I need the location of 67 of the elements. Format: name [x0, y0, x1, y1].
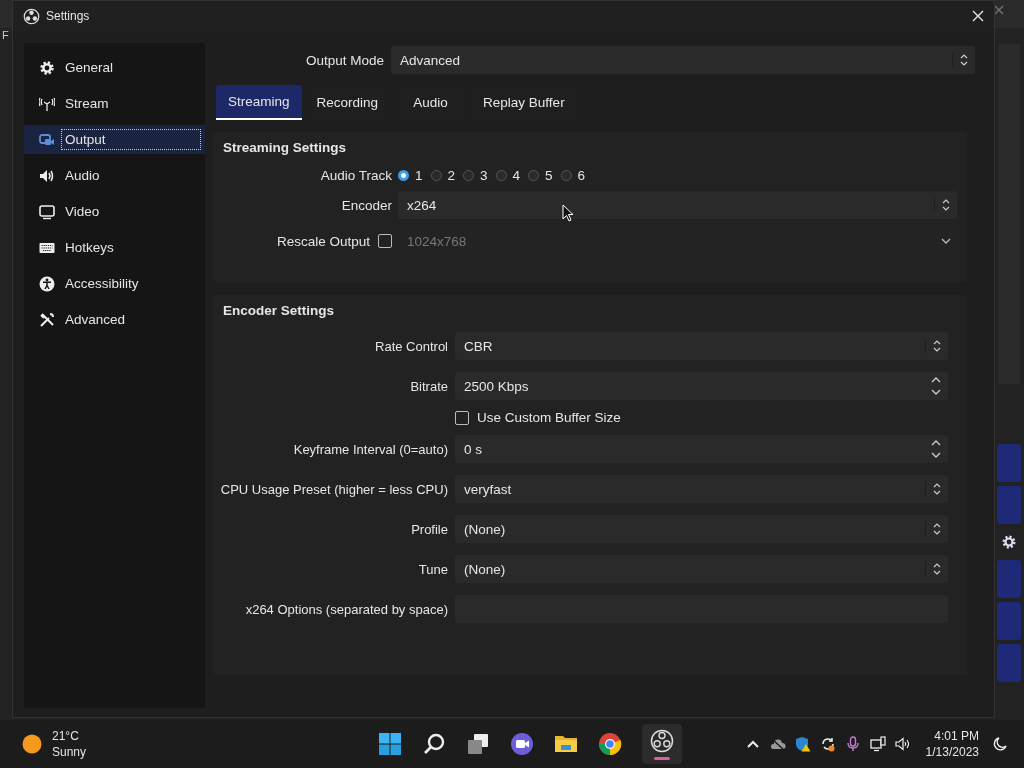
app-logo-icon	[23, 7, 40, 25]
sidebar-item[interactable]: Audio	[24, 161, 205, 190]
sun-icon[interactable]	[22, 734, 42, 754]
app-logo-icon	[650, 728, 674, 753]
monitor-icon	[39, 203, 55, 220]
field-label: Profile	[410, 521, 448, 537]
windows-start-icon[interactable]	[378, 732, 402, 756]
sidebar-item[interactable]: Accessibility	[24, 269, 205, 298]
sidebar-item[interactable]: Stream	[24, 89, 205, 118]
video-chat-icon[interactable]	[510, 732, 534, 756]
sync-icon[interactable]	[819, 736, 836, 752]
sidebar-item[interactable]: Hotkeys	[24, 233, 205, 262]
radio-option[interactable]: 5	[528, 168, 553, 183]
clock-date[interactable]: 1/13/2023	[925, 744, 979, 760]
accessibility-icon	[39, 275, 55, 292]
field-label: Audio Track	[319, 168, 392, 183]
microphone-icon[interactable]	[844, 736, 861, 752]
dropdown-select[interactable]: (None)	[455, 515, 948, 543]
taskbar-app-button[interactable]	[642, 724, 682, 764]
section-title: Encoder Settings	[222, 303, 336, 320]
tab[interactable]: Streaming	[216, 85, 302, 120]
section-title: Streaming Settings	[223, 140, 348, 157]
field-label: CPU Usage Preset (higher = less CPU)	[219, 481, 448, 497]
temperature-text: 21°C	[52, 728, 80, 744]
radio-option[interactable]: 3	[463, 168, 488, 183]
radio-option[interactable]: 4	[495, 168, 521, 183]
sidebar-item[interactable]: Video	[24, 197, 205, 226]
sidebar-item[interactable]: Advanced	[24, 305, 205, 334]
field-label: Encoder	[340, 197, 392, 213]
field-label: Output Mode	[304, 52, 384, 68]
field-label: Keyframe Interval (0=auto)	[292, 441, 448, 457]
field-label: Bitrate	[409, 378, 448, 394]
clock-time[interactable]: 4:01 PM	[934, 728, 979, 744]
task-view-icon[interactable]	[466, 732, 490, 756]
checkbox-option[interactable]: Use Custom Buffer Size	[455, 410, 948, 425]
sidebar-item[interactable]: Output	[24, 125, 205, 154]
settings-icon[interactable]	[1001, 534, 1017, 550]
dropdown-select[interactable]: CBR	[455, 332, 948, 360]
screen-camera-icon	[39, 131, 55, 148]
shield-warning-icon[interactable]	[794, 736, 811, 752]
output-mode-select[interactable]: Advanced	[391, 46, 975, 74]
field-label: x264 Options (separated by space)	[244, 601, 448, 617]
menu-item[interactable]: F	[2, 29, 9, 41]
volume-icon[interactable]	[894, 736, 911, 752]
search-icon[interactable]	[422, 732, 446, 756]
dropdown-select[interactable]: (None)	[455, 555, 948, 583]
field-label: Rescale Output	[276, 233, 370, 249]
dropdown-select[interactable]: veryfast	[455, 475, 948, 503]
spin-box[interactable]: 0 s	[455, 435, 948, 463]
encoder-select[interactable]: x264	[398, 191, 957, 219]
network-icon[interactable]	[869, 736, 886, 752]
cloud-icon[interactable]	[769, 736, 786, 752]
radio-option[interactable]: 1	[398, 168, 423, 183]
tools-icon	[39, 311, 55, 328]
radio-option[interactable]: 6	[560, 168, 586, 183]
cursor-icon	[562, 204, 574, 222]
spin-box[interactable]: 2500 Kbps	[455, 372, 948, 400]
settings-icon	[39, 59, 55, 76]
radio-option[interactable]: 2	[430, 168, 456, 183]
field-label: Tune	[417, 561, 448, 577]
moon-icon[interactable]	[992, 736, 1008, 752]
window-title: Settings	[46, 9, 91, 23]
weather-text: Sunny	[52, 744, 87, 760]
sidebar-item[interactable]: General	[24, 53, 205, 82]
browser-icon[interactable]	[598, 732, 622, 756]
field-label: Rate Control	[374, 338, 448, 354]
antenna-icon	[39, 95, 55, 112]
